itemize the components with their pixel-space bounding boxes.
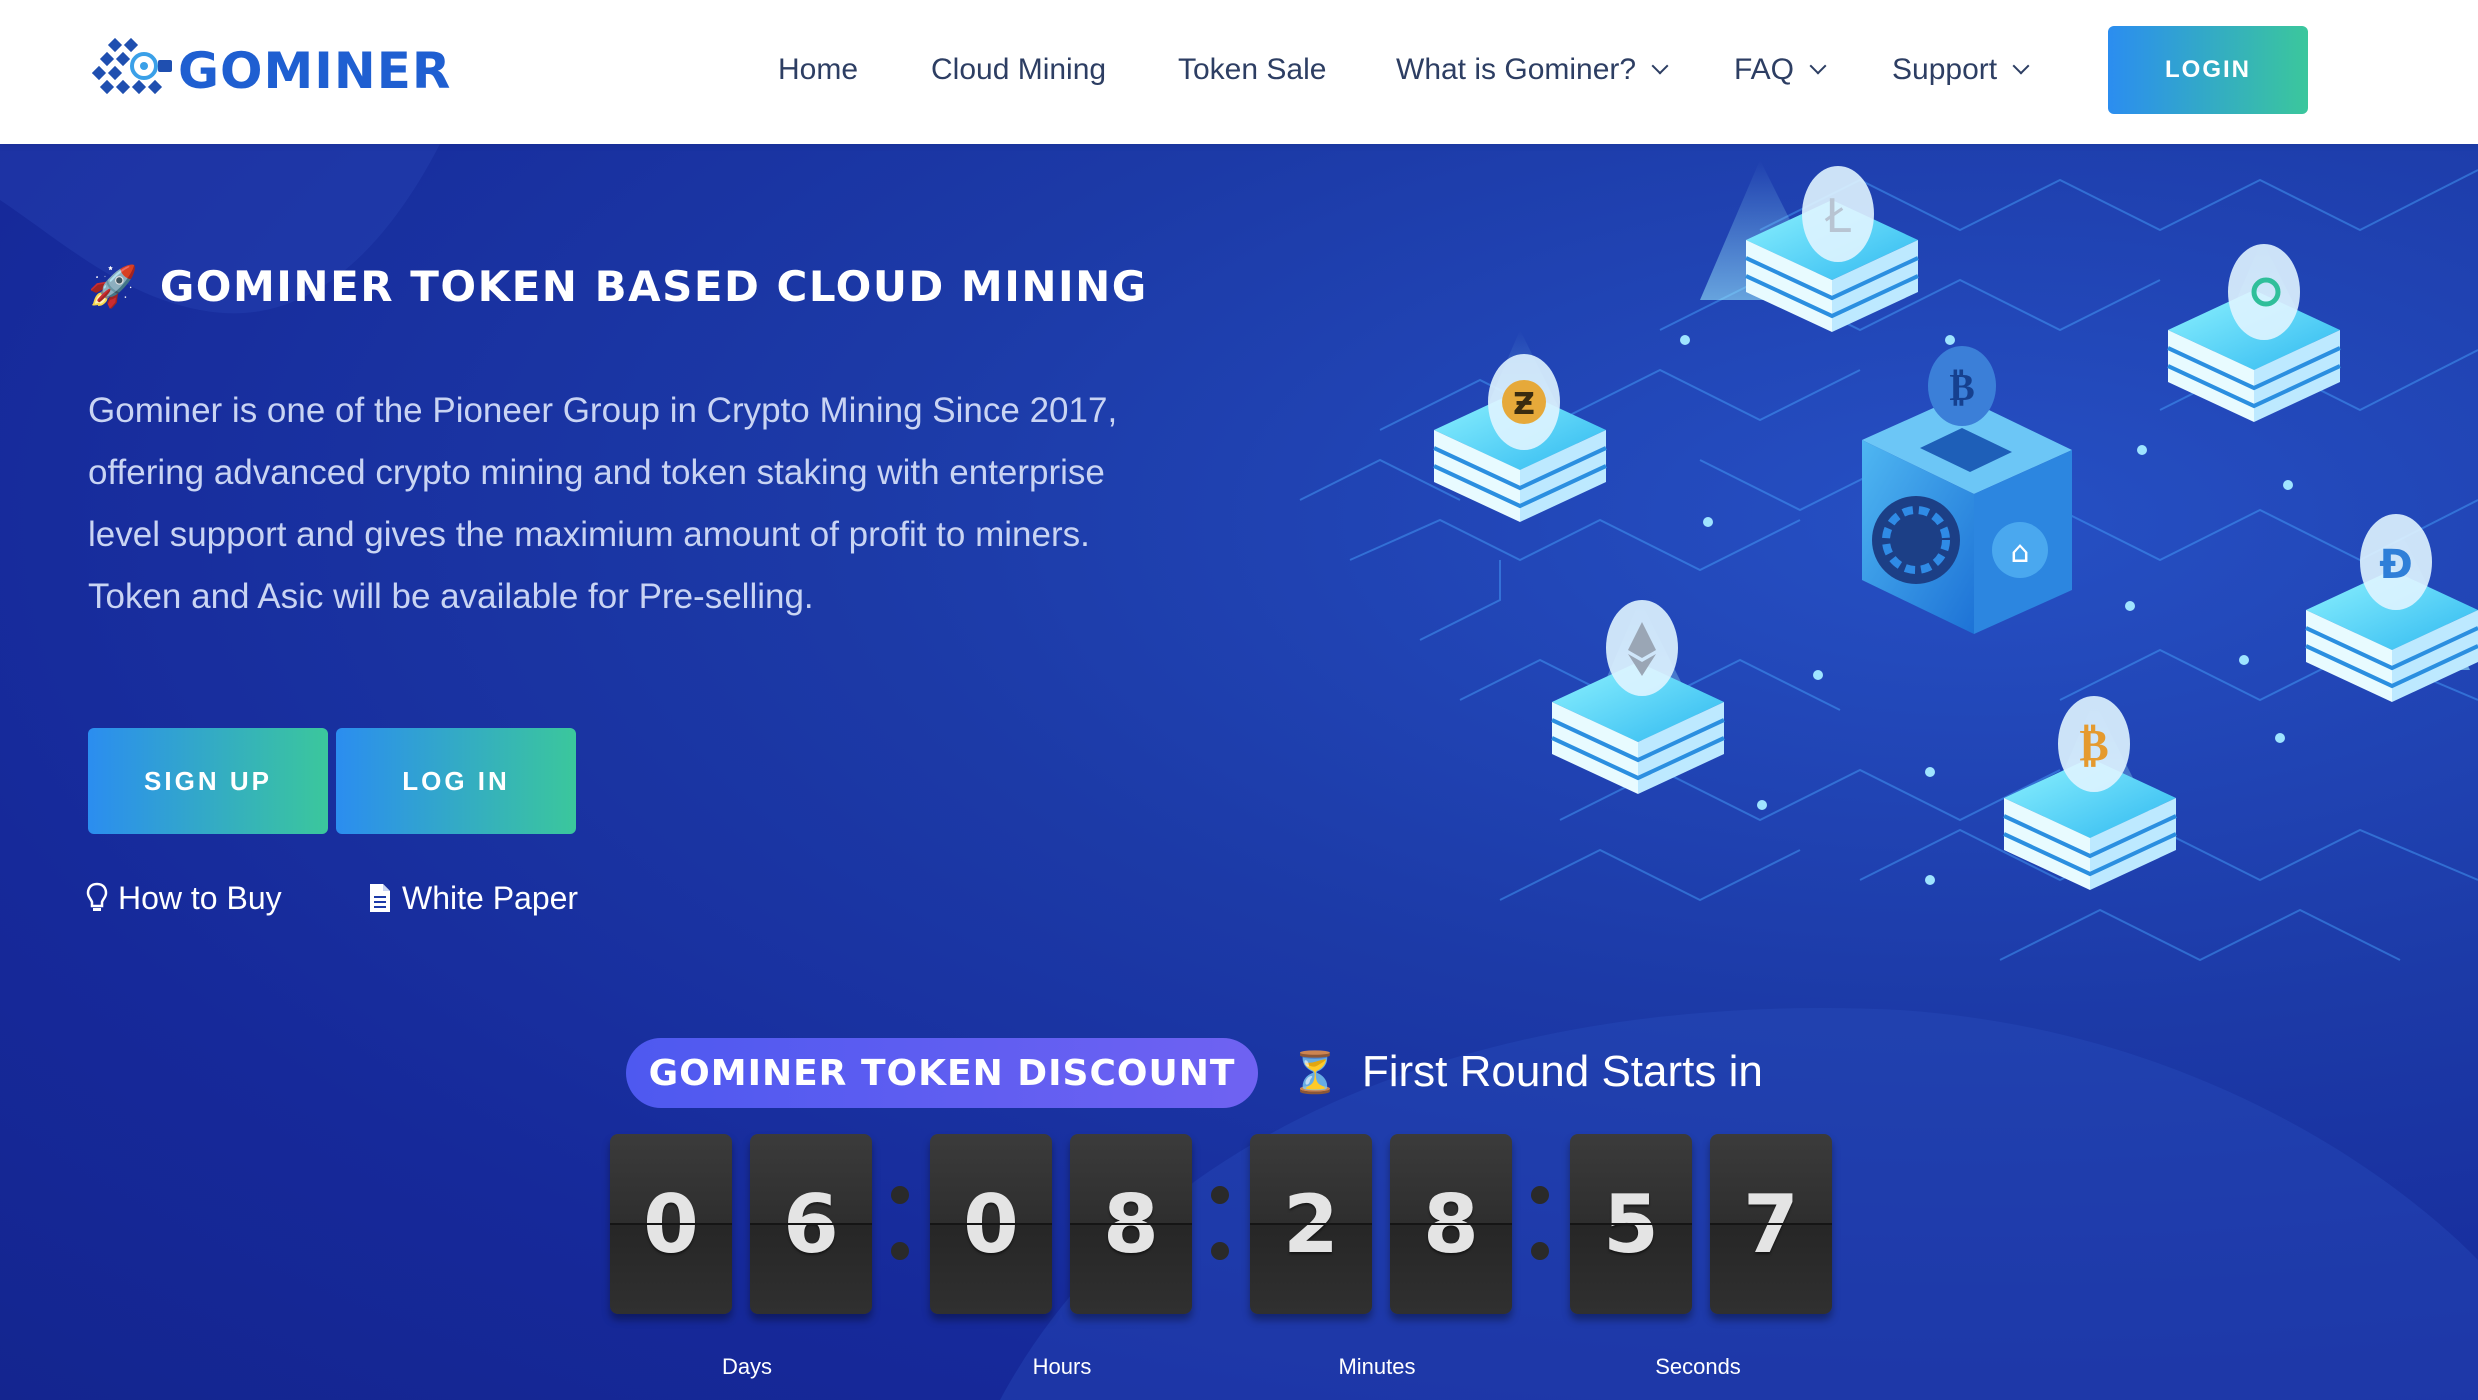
nav-home[interactable]: Home bbox=[778, 48, 858, 92]
chevron-down-icon bbox=[1809, 57, 1827, 75]
svg-text:₿: ₿ bbox=[2079, 720, 2108, 771]
nav-what-is-gominer[interactable]: What is Gominer? bbox=[1396, 48, 1669, 92]
how-to-buy-label: How to Buy bbox=[118, 879, 282, 916]
countdown-digit: 2 bbox=[1250, 1134, 1372, 1314]
hourglass-icon: ⏳ bbox=[1290, 1050, 1340, 1095]
nav-cloud-mining[interactable]: Cloud Mining bbox=[931, 48, 1106, 92]
nav-faq-label: FAQ bbox=[1734, 53, 1795, 86]
nav-token-sale-label: Token Sale bbox=[1178, 53, 1327, 86]
hero-title: GOMINER TOKEN BASED CLOUD MINING bbox=[159, 262, 1148, 311]
header-login-button[interactable]: LOGIN bbox=[2108, 26, 2308, 114]
how-to-buy-link[interactable]: How to Buy bbox=[86, 876, 282, 920]
chevron-down-icon bbox=[2012, 57, 2030, 75]
countdown-digit: 7 bbox=[1710, 1134, 1832, 1314]
svg-text:⌂: ⌂ bbox=[2010, 535, 2029, 570]
nav-home-label: Home bbox=[778, 53, 859, 86]
nav-support[interactable]: Support bbox=[1892, 48, 2030, 92]
chevron-down-icon bbox=[1651, 57, 1669, 75]
round-start-text: First Round Starts in bbox=[1361, 1047, 1763, 1096]
countdown-digit: 8 bbox=[1390, 1134, 1512, 1314]
nav-faq[interactable]: FAQ bbox=[1734, 48, 1827, 92]
countdown-unit-hours: Hours bbox=[1032, 1354, 1092, 1379]
rocket-icon: 🚀 bbox=[88, 264, 138, 309]
document-icon bbox=[370, 884, 390, 912]
countdown-unit-minutes: Minutes bbox=[1338, 1354, 1416, 1379]
svg-text:Ƶ: Ƶ bbox=[1513, 387, 1535, 422]
signup-button[interactable]: SIGN UP bbox=[88, 728, 328, 834]
svg-text:Đ: Đ bbox=[2379, 542, 2413, 588]
site-header: GOMINER Home Cloud Mining Token Sale Wha… bbox=[0, 0, 2478, 144]
lightbulb-icon bbox=[86, 882, 108, 911]
countdown-digit: 5 bbox=[1570, 1134, 1692, 1314]
countdown-unit-seconds: Seconds bbox=[1655, 1354, 1741, 1379]
discount-badge: GOMINER TOKEN DISCOUNT bbox=[626, 1038, 1258, 1108]
svg-text:₿: ₿ bbox=[1949, 365, 1974, 409]
nav-support-label: Support bbox=[1892, 53, 1998, 86]
hero-heading: 🚀 GOMINER TOKEN BASED CLOUD MINING bbox=[88, 262, 1148, 311]
hero-section: Ł Ƶ ₿ Đ ⌂ ₿ 🚀 GOMINER TOKEN BASED CLOUD … bbox=[0, 144, 2478, 1400]
white-paper-link[interactable]: White Paper bbox=[368, 876, 578, 920]
countdown-separator bbox=[1531, 1178, 1549, 1268]
countdown-separator bbox=[891, 1178, 909, 1268]
main-nav: Home Cloud Mining Token Sale What is Gom… bbox=[0, 0, 2478, 144]
countdown-digit: 0 bbox=[610, 1134, 732, 1314]
white-paper-label: White Paper bbox=[402, 879, 579, 916]
countdown-digit: 8 bbox=[1070, 1134, 1192, 1314]
countdown-separator bbox=[1211, 1178, 1229, 1268]
countdown-digit: 0 bbox=[930, 1134, 1052, 1314]
countdown-unit-days: Days bbox=[721, 1354, 773, 1379]
login-button[interactable]: LOG IN bbox=[336, 728, 576, 834]
svg-text:Ł: Ł bbox=[1824, 189, 1851, 243]
nav-token-sale[interactable]: Token Sale bbox=[1178, 48, 1326, 92]
round-start-label: ⏳ First Round Starts in bbox=[1290, 1044, 1763, 1100]
nav-cloud-mining-label: Cloud Mining bbox=[931, 53, 1107, 86]
discount-label: GOMINER TOKEN DISCOUNT bbox=[648, 1052, 1236, 1094]
countdown-digit: 6 bbox=[750, 1134, 872, 1314]
nav-what-is-gominer-label: What is Gominer? bbox=[1396, 53, 1637, 86]
hero-description: Gominer is one of the Pioneer Group in C… bbox=[88, 391, 1118, 616]
